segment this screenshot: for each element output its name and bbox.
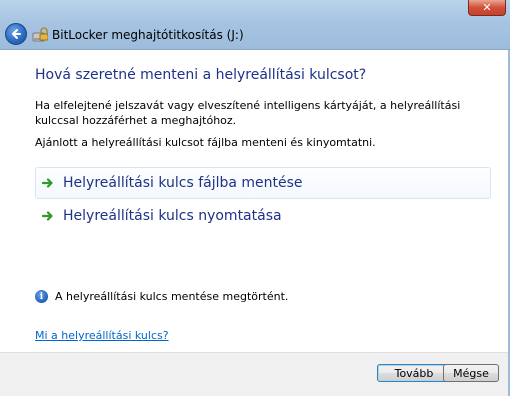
wizard-content: Hová szeretné menteni a helyreállítási k…	[0, 50, 510, 352]
next-button[interactable]: Tovább	[377, 364, 451, 382]
status-row: i A helyreállítási kulcs mentése megtört…	[35, 290, 288, 303]
help-link[interactable]: Mi a helyreállítási kulcs?	[35, 329, 169, 342]
description-text: Ha elfelejtené jelszavát vagy elveszíten…	[35, 99, 461, 127]
status-message: A helyreállítási kulcs mentése megtörtén…	[55, 290, 289, 303]
save-to-file-label: Helyreállítási kulcs fájlba mentése	[63, 175, 303, 191]
page-heading: Hová szeretné menteni a helyreállítási k…	[35, 67, 367, 83]
green-arrow-icon	[41, 209, 55, 223]
footer-bar: Tovább Mégse	[0, 352, 510, 396]
print-key-option[interactable]: Helyreállítási kulcs nyomtatása	[35, 200, 491, 232]
cancel-button[interactable]: Mégse	[443, 364, 499, 382]
recommendation-text: Ajánlott a helyreállítási kulcsot fájlba…	[35, 136, 376, 149]
title-bar: ✕ BitLocker meghajtótitkosítás (J:)	[0, 0, 510, 50]
back-button[interactable]	[5, 23, 27, 45]
close-button[interactable]: ✕	[468, 0, 506, 16]
bitlocker-icon	[32, 27, 48, 42]
green-arrow-icon	[41, 176, 55, 190]
save-to-file-option[interactable]: Helyreállítási kulcs fájlba mentése	[35, 167, 491, 199]
print-key-label: Helyreállítási kulcs nyomtatása	[63, 208, 282, 224]
info-icon: i	[35, 290, 48, 303]
back-arrow-icon	[12, 29, 21, 39]
close-icon: ✕	[482, 1, 492, 14]
window-title: BitLocker meghajtótitkosítás (J:)	[52, 28, 244, 42]
